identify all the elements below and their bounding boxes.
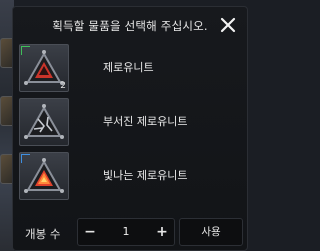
- item-option-zero-unit[interactable]: 2 제로유니트: [19, 44, 235, 92]
- item-option-broken-zero-unit[interactable]: 부서진 제로유니트: [19, 98, 235, 146]
- use-button[interactable]: 사용: [179, 218, 243, 246]
- grade-corner-icon: [21, 46, 30, 55]
- grade-corner-icon: [21, 154, 30, 163]
- dialog-title: 획득할 물품을 선택해 주십시오.: [52, 19, 208, 33]
- select-item-dialog: 획득할 물품을 선택해 주십시오. 2 제로유니트 부서진 제로유니트 빛나는 …: [12, 6, 248, 251]
- quantity-label: 개봉 수: [25, 227, 61, 241]
- broken-zero-unit-icon: [19, 98, 69, 146]
- item-label: 부서진 제로유니트: [103, 115, 188, 128]
- item-label: 빛나는 제로유니트: [103, 169, 188, 182]
- quantity-stepper: − 1 +: [77, 218, 175, 246]
- shining-zero-unit-icon: [19, 152, 69, 200]
- close-icon[interactable]: [217, 14, 239, 36]
- zero-unit-icon: 2: [19, 44, 69, 92]
- increment-button[interactable]: +: [150, 219, 174, 245]
- quantity-value[interactable]: 1: [102, 219, 150, 245]
- item-count: 2: [60, 81, 66, 91]
- decrement-button[interactable]: −: [78, 219, 102, 245]
- item-option-shining-zero-unit[interactable]: 빛나는 제로유니트: [19, 152, 235, 200]
- item-label: 제로유니트: [103, 61, 154, 74]
